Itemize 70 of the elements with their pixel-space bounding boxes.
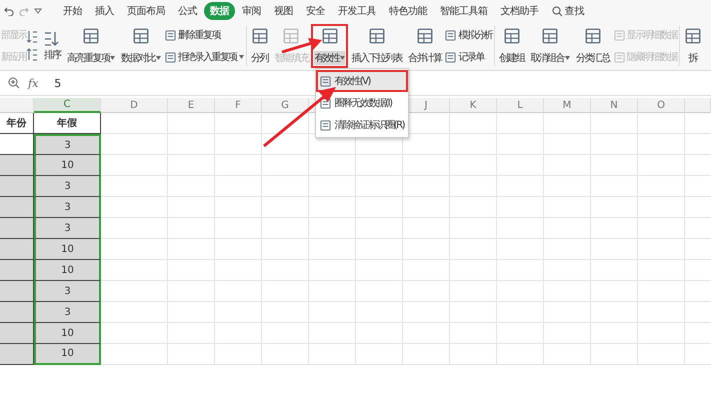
ribbon-button[interactable]: 删除重复项 [164,28,244,42]
ribbon-button[interactable]: 插入下拉列表 [348,24,405,68]
sort-descending-icon[interactable] [27,48,40,62]
ribbon-button[interactable]: 数据对比 [118,24,164,68]
sort-ascending-icon[interactable] [27,30,40,44]
arrow [282,38,322,54]
menu-tab[interactable]: 开发工具 [332,2,382,20]
menu-tab[interactable]: 智能工具箱 [434,2,494,20]
menu-tab[interactable]: 开始 [57,2,88,20]
menu-tab[interactable]: 文档助手 [494,2,544,20]
menu-tab[interactable]: 插入 [89,2,120,20]
ribbon-button[interactable]: 合并计算 [404,24,444,68]
table-cell: 10 [34,260,101,281]
ribbon-button[interactable]: 高亮重复项 [64,24,118,68]
table-cell: 10 [34,344,101,365]
table-cell: 年假 [34,113,101,134]
ribbon-button[interactable]: 取消组合 [527,24,573,68]
caret-icon [564,56,570,60]
menu-item[interactable]: 清除验证标识圈(R) [316,114,408,136]
search-button[interactable]: 查找 [552,4,584,18]
menu-item[interactable]: 有效性(V) [316,70,408,92]
column-header[interactable]: D [101,98,168,113]
search-icon [552,6,562,16]
menu-tab[interactable]: 视图 [268,2,299,20]
caret-icon [340,56,346,60]
column-header[interactable]: M [544,98,591,113]
table-cell: 年份 [0,113,34,134]
sort-button[interactable]: 排序 [40,27,64,65]
ribbon-button[interactable]: 分类汇总 [572,24,612,68]
dropdown-icon[interactable] [34,7,42,15]
table-cell: 3 [34,197,101,218]
menu-tab[interactable]: 公式 [172,2,203,20]
list-icon [320,76,332,86]
column-header[interactable]: L [497,98,544,113]
table-cell: 10 [34,323,101,344]
table-cell: 3 [34,302,101,323]
table-cell: 10 [34,239,101,260]
formula-input[interactable]: 5 [46,76,62,90]
ribbon-button[interactable]: 拆 [680,24,705,68]
menu-tab[interactable]: 页面布局 [121,2,171,20]
column-header[interactable]: E [168,98,215,113]
table-cell: 3 [34,176,101,197]
table-cell: 3 [34,218,101,239]
list-icon [320,98,332,108]
zoom-icon[interactable] [8,77,20,89]
caret-icon [238,55,244,59]
column-header[interactable]: N [591,98,638,113]
column-header[interactable]: F [215,98,262,113]
menu-tab[interactable]: 特色功能 [383,2,433,20]
table-cell: 10 [34,155,101,176]
ribbon-button[interactable]: 记录单 [445,50,492,64]
list-icon [320,120,332,130]
caret-icon [110,56,116,60]
menu-tab[interactable]: 审阅 [236,2,267,20]
undo-icon[interactable] [4,6,14,16]
menu-tab[interactable]: 数据 [204,2,235,20]
ribbon-button[interactable]: 模拟分析 [445,28,492,42]
column-header[interactable]: O [638,98,685,113]
sort-icon [43,30,62,48]
table-cell: 3 [34,134,101,155]
table-cell: 3 [34,281,101,302]
ribbon-button[interactable]: 拒绝录入重复项 [164,50,244,64]
column-header[interactable]: K [450,98,497,113]
ribbon-button[interactable]: 创建组 [496,24,528,68]
column-header[interactable]: C [34,98,101,113]
ribbon-button[interactable]: 分列 [248,24,272,68]
caret-icon [156,56,161,60]
menu-tab[interactable]: 安全 [300,2,331,20]
column-header[interactable]: G [262,98,309,113]
function-label[interactable]: fx [28,76,38,90]
